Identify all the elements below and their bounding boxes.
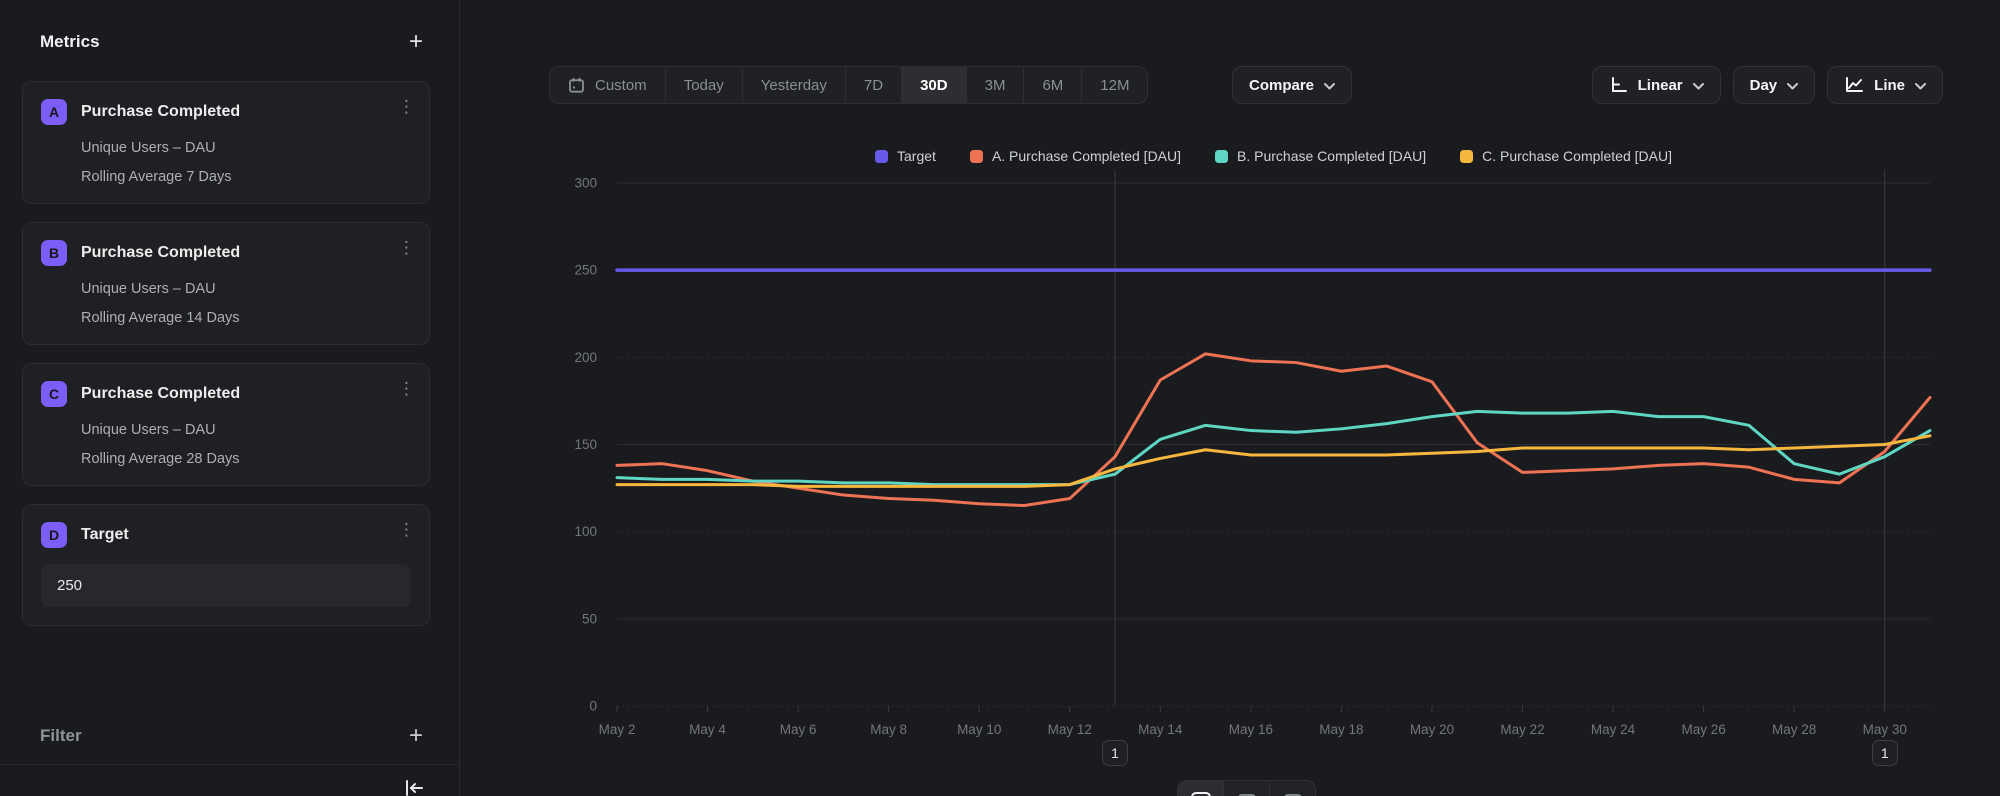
x-axis-label: May 8	[870, 722, 907, 737]
x-axis-label: May 14	[1138, 722, 1183, 737]
filter-label: Filter	[40, 726, 82, 746]
kebab-menu-icon[interactable]: ⋮	[398, 98, 415, 116]
metric-letter-badge: D	[41, 522, 67, 548]
metric-rolling-average: Rolling Average 7 Days	[81, 169, 411, 185]
metric-card-header: C Purchase Completed	[41, 381, 411, 407]
metric-measure: Unique Users – DAU	[81, 422, 411, 438]
target-card[interactable]: D Target ⋮	[22, 504, 430, 626]
metrics-report-page: Metrics + A Purchase Completed ⋮ Unique Use…	[0, 0, 2000, 796]
metric-rolling-average: Rolling Average 14 Days	[81, 310, 411, 326]
metric-title: Purchase Completed	[81, 244, 240, 262]
x-axis-label: May 16	[1229, 722, 1273, 737]
x-axis-label: May 20	[1410, 722, 1454, 737]
annotation-badge[interactable]: 1	[1872, 740, 1898, 766]
filter-section: Filter +	[40, 726, 423, 746]
chart-panel: CustomTodayYesterday7D30D3M6M12M Compare…	[460, 0, 2000, 796]
x-axis-label: May 22	[1500, 722, 1544, 737]
x-axis-label: May 18	[1319, 722, 1363, 737]
series-line-c	[617, 436, 1930, 487]
target-value-input[interactable]	[41, 564, 411, 607]
x-axis-label: May 30	[1863, 722, 1907, 737]
metric-card-list: A Purchase Completed ⋮ Unique Users – DAU Ro…	[22, 81, 430, 644]
metric-letter-badge: B	[41, 240, 67, 266]
metric-card-header: D Target	[41, 522, 411, 548]
metrics-header: Metrics +	[40, 32, 423, 52]
view-row-button[interactable]	[1224, 781, 1270, 796]
x-axis-label: May 12	[1048, 722, 1092, 737]
add-metric-icon[interactable]: +	[409, 32, 423, 52]
kebab-menu-icon[interactable]: ⋮	[398, 380, 415, 398]
metric-title: Target	[81, 526, 129, 544]
metric-rolling-average: Rolling Average 28 Days	[81, 451, 411, 467]
x-axis-label: May 2	[599, 722, 636, 737]
view-switcher	[1177, 780, 1316, 796]
metric-letter-badge: A	[41, 99, 67, 125]
x-axis-label: May 28	[1772, 722, 1816, 737]
metric-card-header: A Purchase Completed	[41, 99, 411, 125]
view-chart-button[interactable]	[1178, 781, 1224, 796]
y-axis-label: 250	[574, 263, 597, 278]
kebab-menu-icon[interactable]: ⋮	[398, 239, 415, 257]
sidebar-divider	[0, 764, 459, 765]
y-axis-label: 150	[574, 437, 597, 452]
metric-card-a[interactable]: A Purchase Completed ⋮ Unique Users – DAU Ro…	[22, 81, 430, 204]
x-axis-label: May 4	[689, 722, 726, 737]
y-axis-label: 100	[574, 524, 597, 539]
metric-title: Purchase Completed	[81, 103, 240, 121]
y-axis-label: 200	[574, 350, 597, 365]
metric-measure: Unique Users – DAU	[81, 281, 411, 297]
x-axis-label: May 24	[1591, 722, 1636, 737]
metrics-sidebar: Metrics + A Purchase Completed ⋮ Unique Use…	[0, 0, 460, 796]
line-chart: 0 50 100 150 200 250 300 May 2 May 4 May 6 May 8 Ma…	[460, 0, 2000, 796]
kebab-menu-icon[interactable]: ⋮	[398, 521, 415, 539]
metric-letter-badge: C	[41, 381, 67, 407]
view-table-button[interactable]	[1270, 781, 1315, 796]
annotation-badge[interactable]: 1	[1102, 740, 1128, 766]
y-axis-label: 50	[582, 611, 597, 626]
metric-measure: Unique Users – DAU	[81, 140, 411, 156]
metrics-title: Metrics	[40, 32, 100, 52]
add-filter-icon[interactable]: +	[409, 726, 423, 746]
x-axis-label: May 6	[780, 722, 817, 737]
x-axis-label: May 10	[957, 722, 1001, 737]
x-axis-label: May 26	[1681, 722, 1725, 737]
metric-card-b[interactable]: B Purchase Completed ⋮ Unique Users – DAU Ro…	[22, 222, 430, 345]
collapse-sidebar-icon	[403, 778, 425, 796]
y-axis-label: 0	[589, 699, 597, 714]
chart-panel-icon	[1191, 792, 1211, 796]
collapse-sidebar-button[interactable]	[403, 778, 425, 796]
metric-card-c[interactable]: C Purchase Completed ⋮ Unique Users – DAU Ro…	[22, 363, 430, 486]
y-axis-label: 300	[574, 176, 597, 191]
metric-title: Purchase Completed	[81, 385, 240, 403]
metric-card-header: B Purchase Completed	[41, 240, 411, 266]
